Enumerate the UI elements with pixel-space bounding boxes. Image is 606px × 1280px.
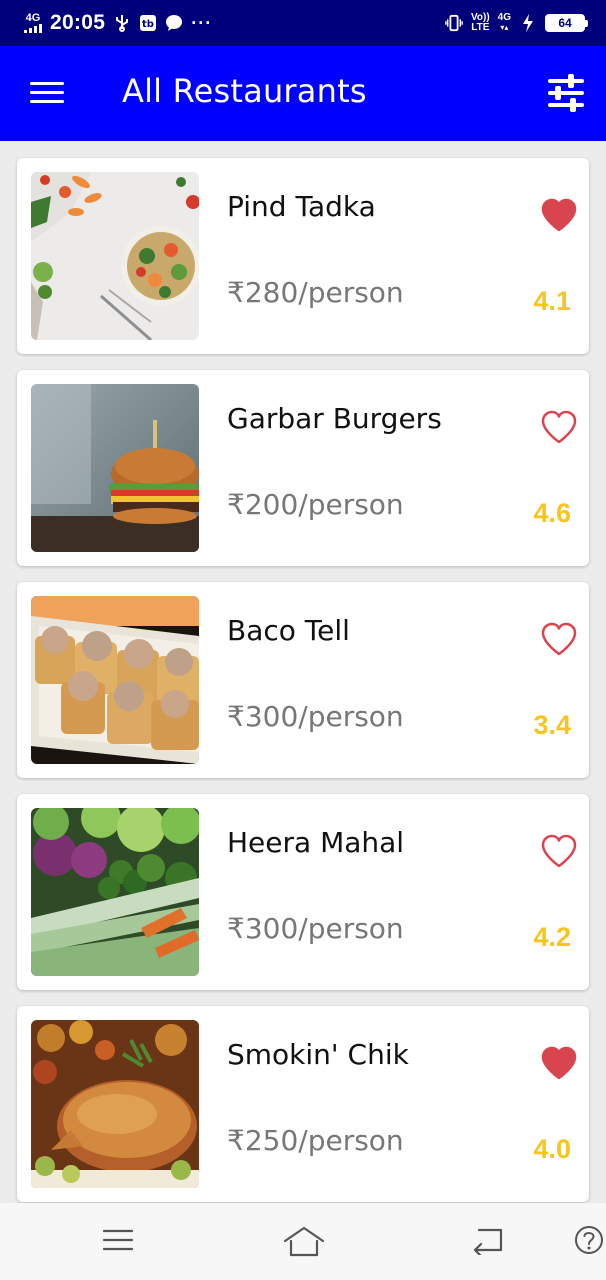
status-bar: 4G 20:05 tb ··· Vo)) LTE 4G ▾▴ 64 xyxy=(0,0,606,46)
home-icon xyxy=(283,1226,325,1257)
burger-photo xyxy=(31,384,199,552)
charging-icon xyxy=(519,14,537,32)
restaurant-name: Heera Mahal xyxy=(227,826,405,859)
status-right: Vo)) LTE 4G ▾▴ 64 xyxy=(445,13,588,33)
data-network-label: 4G xyxy=(497,12,511,23)
volte-indicator: Vo)) LTE xyxy=(471,13,490,33)
restaurant-card[interactable]: Baco Tell ₹300/person 3.4 xyxy=(17,582,589,778)
salad-bowl-photo xyxy=(31,172,199,340)
back-icon xyxy=(473,1228,503,1258)
restaurant-price: ₹250/person xyxy=(227,1124,404,1157)
help-button[interactable] xyxy=(574,1225,604,1260)
hamburger-icon xyxy=(30,82,64,85)
heart-icon xyxy=(541,410,577,444)
favorite-button[interactable] xyxy=(541,834,577,868)
status-left: 4G 20:05 tb ··· xyxy=(24,11,212,35)
battery-level: 64 xyxy=(545,14,585,32)
restaurant-rating: 4.0 xyxy=(533,1134,571,1164)
recent-apps-button[interactable] xyxy=(102,1225,134,1260)
restaurant-rating: 4.2 xyxy=(533,922,571,952)
vegetables-photo xyxy=(31,808,199,976)
favorite-button[interactable] xyxy=(541,1046,577,1080)
usb-icon xyxy=(113,14,131,32)
home-button[interactable] xyxy=(283,1225,325,1264)
restaurant-card[interactable]: Pind Tadka ₹280/person 4.1 xyxy=(17,158,589,354)
heart-icon xyxy=(541,622,577,656)
menu-button[interactable] xyxy=(30,80,64,106)
roast-chicken-photo xyxy=(31,1020,199,1188)
signal-indicator: 4G xyxy=(24,13,42,33)
help-icon xyxy=(575,1226,603,1254)
page-title: All Restaurants xyxy=(122,72,367,110)
restaurant-price: ₹280/person xyxy=(227,276,404,309)
more-notifications-icon: ··· xyxy=(191,12,213,33)
restaurant-card[interactable]: Heera Mahal ₹300/person 4.2 xyxy=(17,794,589,990)
restaurant-name: Pind Tadka xyxy=(227,190,376,223)
restaurant-name: Smokin' Chik xyxy=(227,1038,409,1071)
app-bar: All Restaurants xyxy=(0,46,606,141)
restaurant-price: ₹300/person xyxy=(227,912,404,945)
restaurant-rating: 3.4 xyxy=(533,710,571,740)
restaurant-price: ₹200/person xyxy=(227,488,404,521)
restaurant-name: Garbar Burgers xyxy=(227,402,442,435)
svg-text:tb: tb xyxy=(142,19,154,30)
signal-bars-icon xyxy=(24,24,42,33)
restaurant-price: ₹300/person xyxy=(227,700,404,733)
restaurant-rating: 4.6 xyxy=(533,498,571,528)
message-icon xyxy=(165,14,183,32)
favorite-button[interactable] xyxy=(541,410,577,444)
heart-icon xyxy=(541,834,577,868)
back-button[interactable] xyxy=(471,1225,505,1260)
restaurant-rating: 4.1 xyxy=(533,286,571,316)
favorite-button[interactable] xyxy=(541,198,577,232)
battery-icon: 64 xyxy=(545,14,588,32)
heart-icon xyxy=(541,198,577,232)
filter-button[interactable] xyxy=(548,74,584,112)
system-nav-bar xyxy=(0,1203,606,1280)
data-arrows-icon: ▾▴ xyxy=(500,23,509,32)
app-notification-icon: tb xyxy=(139,14,157,32)
network-type-label: 4G xyxy=(25,12,41,24)
sliders-icon xyxy=(548,74,584,112)
data-indicator: 4G ▾▴ xyxy=(498,13,511,33)
restaurant-list[interactable]: Pind Tadka ₹280/person 4.1 Garbar Burger… xyxy=(0,141,606,1203)
taco-cups-photo xyxy=(31,596,199,764)
restaurant-name: Baco Tell xyxy=(227,614,350,647)
restaurant-card[interactable]: Smokin' Chik ₹250/person 4.0 xyxy=(17,1006,589,1202)
vibrate-icon xyxy=(445,14,463,32)
clock: 20:05 xyxy=(50,11,106,34)
heart-icon xyxy=(541,1046,577,1080)
menu-lines-icon xyxy=(102,1229,134,1251)
favorite-button[interactable] xyxy=(541,622,577,656)
lte-label: LTE xyxy=(471,22,490,33)
restaurant-card[interactable]: Garbar Burgers ₹200/person 4.6 xyxy=(17,370,589,566)
